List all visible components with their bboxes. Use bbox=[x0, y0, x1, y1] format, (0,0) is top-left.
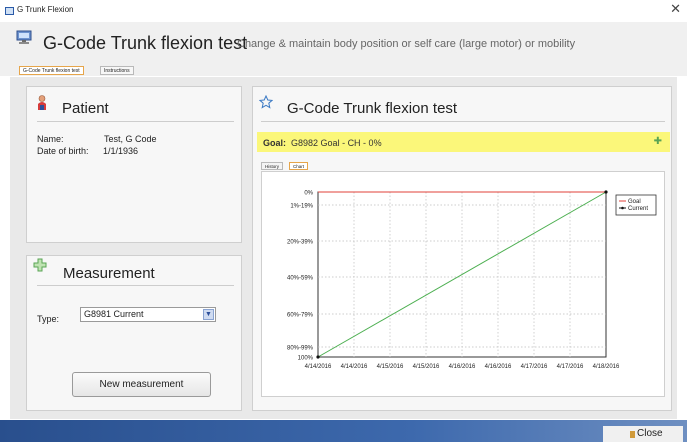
goal-value: G8982 Goal - CH - 0% bbox=[291, 138, 382, 148]
chart-x-tick-label: 4/14/2016 bbox=[305, 364, 332, 370]
chart-x-tick-label: 4/16/2016 bbox=[449, 364, 476, 370]
goal-add-icon[interactable]: ✚ bbox=[654, 136, 662, 147]
goal-bar: Goal: G8982 Goal - CH - 0% ✚ bbox=[257, 132, 670, 152]
window-close-icon[interactable]: ✕ bbox=[670, 2, 681, 17]
chart-y-tick-label: 0% bbox=[304, 191, 313, 197]
chart-x-tick-label: 4/14/2016 bbox=[341, 364, 368, 370]
title-bar: G Trunk Flexion ✕ bbox=[0, 0, 687, 22]
chevron-down-icon[interactable]: ▼ bbox=[203, 309, 214, 320]
subtab-chart[interactable]: Chart bbox=[289, 162, 309, 170]
progress-chart: 0% 1%-19% 20%-39% 40%-59% 60%-79% 80%-99% 100%… bbox=[287, 190, 657, 370]
door-icon bbox=[630, 431, 635, 438]
app-window: G Trunk Flexion ✕ G-Code Trunk flexion t… bbox=[0, 0, 687, 442]
new-measurement-button[interactable]: New measurement bbox=[72, 372, 211, 397]
chart-y-tick-label: 80%-99% bbox=[287, 346, 314, 352]
chart-x-tick-label: 4/17/2016 bbox=[521, 364, 548, 370]
window-title: G Trunk Flexion bbox=[17, 5, 74, 14]
chart-y-tick-label: 60%-79% bbox=[287, 313, 314, 319]
plus-icon bbox=[33, 258, 47, 272]
star-icon bbox=[259, 95, 273, 109]
goal-text: Goal: G8982 Goal - CH - 0% bbox=[263, 138, 382, 148]
measurement-panel: Measurement Type: G8981 Current ▼ New me… bbox=[26, 255, 242, 411]
measurement-type-label: Type: bbox=[37, 314, 60, 324]
page-subtitle: Change & maintain body position or self … bbox=[237, 38, 576, 50]
chart-point-current bbox=[604, 190, 608, 194]
patient-panel: Patient Name: Test, G Code Date of birth… bbox=[26, 86, 242, 243]
close-button[interactable]: Close bbox=[603, 426, 683, 442]
patient-person-icon bbox=[38, 95, 46, 110]
chart-legend-label: Current bbox=[628, 206, 648, 212]
test-title-divider bbox=[261, 121, 665, 122]
monitor-icon bbox=[16, 30, 32, 44]
tab-instructions[interactable]: Instructions bbox=[100, 66, 134, 75]
test-panel: G-Code Trunk flexion test Goal: G8982 Go… bbox=[252, 86, 672, 411]
chart-legend-marker bbox=[621, 206, 624, 210]
patient-name-value: Test, G Code bbox=[104, 134, 157, 144]
measurement-type-select[interactable]: G8981 Current ▼ bbox=[80, 307, 216, 322]
chart-legend-label: Goal bbox=[628, 199, 641, 205]
page-header: G-Code Trunk flexion test Change & maint… bbox=[0, 22, 687, 62]
chart-point-current bbox=[316, 355, 320, 359]
chart-x-tick-label: 4/16/2016 bbox=[485, 364, 512, 370]
tab-gcode-trunk-flexion-test[interactable]: G-Code Trunk flexion test bbox=[19, 66, 84, 75]
chart-x-tick-label: 4/15/2016 bbox=[377, 364, 404, 370]
test-title: G-Code Trunk flexion test bbox=[287, 100, 458, 117]
patient-name-label: Name: bbox=[37, 134, 64, 144]
chart-y-tick-label: 40%-59% bbox=[287, 276, 314, 282]
chart-legend bbox=[615, 194, 657, 216]
subtab-history[interactable]: History bbox=[261, 162, 284, 170]
patient-title: Patient bbox=[62, 100, 109, 117]
chart-y-tick-label: 20%-39% bbox=[287, 240, 314, 246]
window-app-icon bbox=[5, 7, 14, 15]
close-button-label: Close bbox=[637, 428, 663, 439]
patient-title-divider bbox=[37, 121, 234, 122]
patient-dob-value: 1/1/1936 bbox=[103, 146, 139, 156]
measurement-title-divider bbox=[37, 285, 234, 286]
chart-y-tick-label: 100% bbox=[298, 356, 314, 362]
chart-x-tick-label: 4/15/2016 bbox=[413, 364, 440, 370]
chart-x-tick-label: 4/18/2016 bbox=[593, 364, 620, 370]
chart-area: 0% 1%-19% 20%-39% 40%-59% 60%-79% 80%-99% 100%… bbox=[261, 171, 665, 397]
goal-label: Goal: bbox=[263, 138, 287, 148]
measurement-title: Measurement bbox=[63, 265, 155, 282]
measurement-type-value: G8981 Current bbox=[84, 309, 144, 319]
bottom-bar bbox=[0, 420, 687, 442]
patient-dob-label: Date of birth: bbox=[37, 146, 89, 156]
tab-strip: G-Code Trunk flexion test Instructions bbox=[0, 62, 687, 76]
page-title: G-Code Trunk flexion test bbox=[43, 33, 248, 53]
chart-y-tick-label: 1%-19% bbox=[290, 204, 313, 210]
content-area: Patient Name: Test, G Code Date of birth… bbox=[10, 77, 677, 419]
chart-x-tick-label: 4/17/2016 bbox=[557, 364, 584, 370]
